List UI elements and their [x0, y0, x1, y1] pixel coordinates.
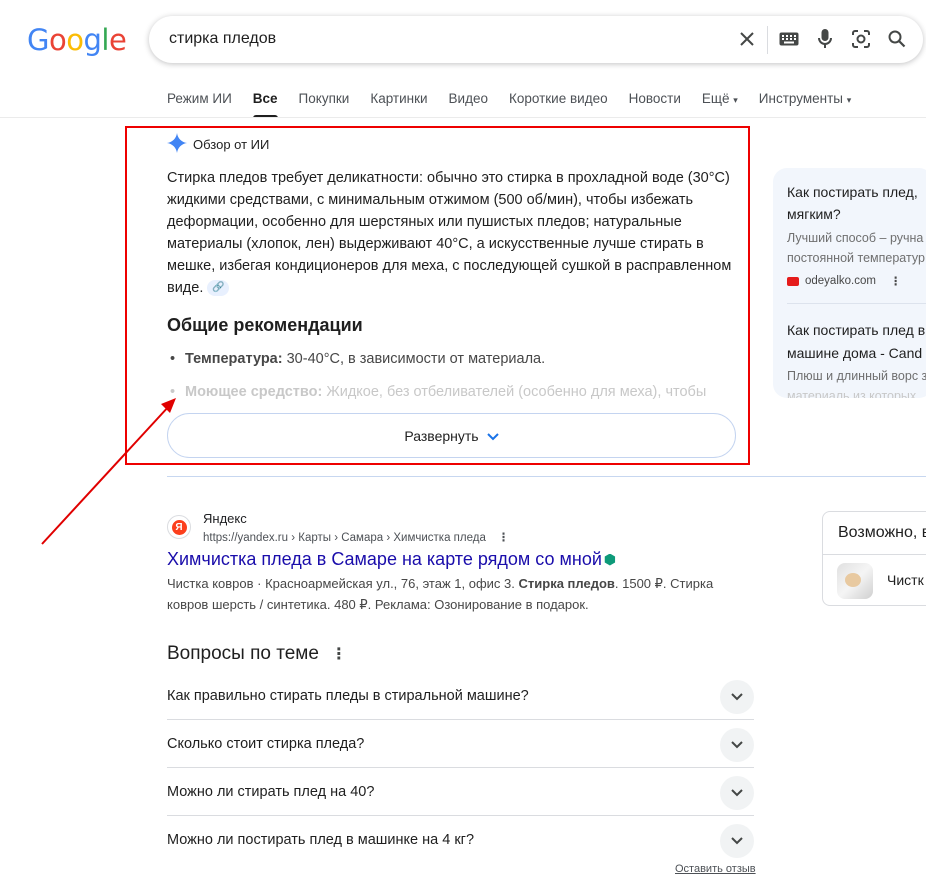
source-snippet: Лучший способ – ручна [787, 231, 924, 245]
chevron-down-icon [486, 428, 499, 444]
section-divider [167, 476, 926, 477]
header-divider [0, 117, 926, 118]
source-snippet: Плюш и длинный ворс з [787, 369, 926, 383]
list-item: Температура: 30-40°C, в зависимости от м… [167, 348, 747, 370]
source-site[interactable]: odeyalko.com ⋮ [787, 274, 901, 288]
tab-all[interactable]: Все [252, 91, 278, 118]
chevron-down-icon[interactable] [720, 824, 754, 858]
tab-news[interactable]: Новости [629, 91, 681, 118]
paa-question[interactable]: Как правильно стирать пледы в стиральной… [167, 672, 754, 720]
panel-divider [823, 554, 926, 555]
maybe-item[interactable]: Чистк [887, 572, 924, 588]
paa-list: Как правильно стирать пледы в стиральной… [167, 672, 754, 864]
paa-question[interactable]: Сколько стоит стирка пледа? [167, 720, 754, 768]
source-title[interactable]: мягким? [787, 203, 841, 225]
source-snippet: материаль из которых [787, 389, 917, 398]
lens-icon[interactable] [849, 27, 873, 51]
more-options-icon[interactable]: ⋮ [498, 530, 510, 544]
source-title[interactable]: Как постирать плед в [787, 319, 925, 341]
ai-overview-list: Температура: 30-40°C, в зависимости от м… [167, 348, 747, 414]
maybe-title: Возможно, в [838, 524, 926, 541]
search-tabs: Режим ИИ Все Покупки Картинки Видео Коро… [167, 91, 872, 118]
search-box[interactable]: стирка пледов [149, 16, 923, 63]
search-input[interactable]: стирка пледов [169, 30, 276, 48]
list-item: Моющее средство: Жидкое, без отбеливател… [167, 381, 747, 403]
yandex-favicon-icon[interactable]: Я [167, 515, 191, 539]
tab-short-video[interactable]: Короткие видео [509, 91, 608, 118]
ai-overview-label: Обзор от ИИ [193, 137, 270, 152]
gemini-sparkle-icon [167, 133, 187, 156]
result-site-name[interactable]: Яндекс [203, 511, 247, 526]
search-divider [767, 26, 768, 54]
ai-overview-header: Обзор от ИИ [167, 133, 269, 156]
result-snippet: Чистка ковров · Красноармейская ул., 76,… [167, 576, 714, 612]
card-divider [787, 303, 926, 304]
more-options-icon[interactable]: ⋮ [331, 644, 347, 664]
tab-tools[interactable]: Инструменты ▾ [759, 91, 851, 118]
ai-overview-heading: Общие рекомендации [167, 315, 363, 335]
tab-shopping[interactable]: Покупки [299, 91, 350, 118]
verified-badge-icon [604, 553, 616, 566]
google-logo[interactable]: Google [27, 23, 127, 57]
source-link-icon[interactable]: 🔗 [207, 280, 230, 297]
paa-heading: Вопросы по теме ⋮ [167, 643, 347, 664]
chevron-down-icon[interactable] [720, 728, 754, 762]
tab-ai-mode[interactable]: Режим ИИ [167, 91, 232, 118]
caret-down-icon: ▾ [846, 95, 852, 105]
tab-images[interactable]: Картинки [370, 91, 427, 118]
site-favicon-icon [787, 276, 799, 286]
maybe-panel: Возможно, в Чистк [822, 511, 926, 606]
result-url[interactable]: https://yandex.ru › Карты › Самара › Хим… [203, 530, 509, 544]
expand-button[interactable]: Развернуть [167, 413, 736, 458]
item-thumbnail[interactable] [837, 563, 873, 599]
chevron-down-icon[interactable] [720, 776, 754, 810]
paa-question[interactable]: Можно ли постирать плед в машинке на 4 к… [167, 816, 754, 864]
tab-video[interactable]: Видео [449, 91, 488, 118]
ai-overview-text: Стирка пледов требует деликатности: обыч… [167, 170, 732, 297]
source-title[interactable]: машине дома - Cand [787, 342, 922, 364]
source-snippet: постоянной температур [787, 251, 925, 265]
feedback-link[interactable]: Оставить отзыв [675, 863, 756, 875]
caret-down-icon: ▾ [733, 95, 738, 105]
result-title-link[interactable]: Химчистка пледа в Самаре на карте рядом … [167, 549, 616, 570]
ai-sources-card: Как постирать плед, мягким? Лучший спосо… [773, 168, 926, 398]
search-icon[interactable] [885, 27, 909, 51]
tab-more[interactable]: Ещё ▾ [702, 91, 738, 118]
chevron-down-icon[interactable] [720, 680, 754, 714]
microphone-icon[interactable] [813, 27, 837, 51]
clear-icon[interactable] [735, 27, 759, 51]
keyboard-icon[interactable] [777, 27, 801, 51]
paa-question[interactable]: Можно ли стирать плед на 40? [167, 768, 754, 816]
more-options-icon[interactable]: ⋮ [890, 274, 902, 288]
source-title[interactable]: Как постирать плед, [787, 181, 918, 203]
